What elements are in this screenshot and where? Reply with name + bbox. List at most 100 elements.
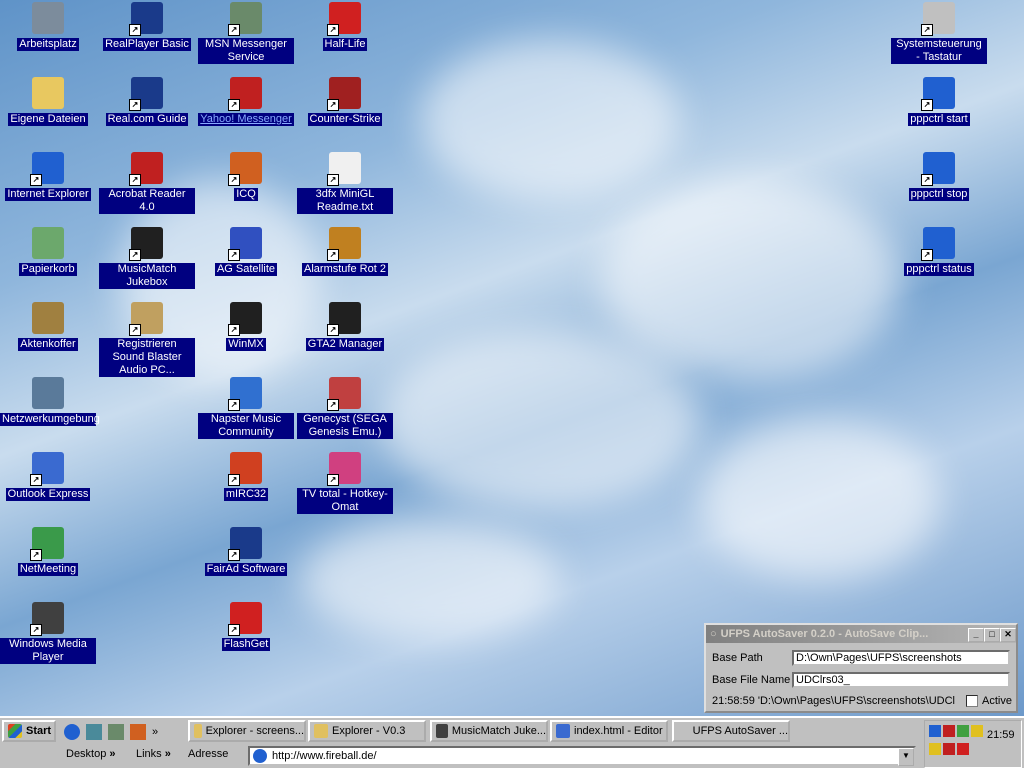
desktop-icon[interactable]: ↗ Real.com Guide [99, 77, 195, 126]
keyboard-icon: ↗ [921, 2, 955, 36]
desktop-icon[interactable]: ↗ MSN Messenger Service [198, 2, 294, 64]
desktop-icon-label: pppctrl status [904, 263, 974, 276]
desktop-icon-label: Real.com Guide [105, 113, 189, 126]
clock[interactable]: 21:59 [987, 729, 1015, 741]
base-file-input[interactable] [792, 672, 1010, 688]
shortcut-arrow-icon: ↗ [228, 174, 240, 186]
desktop: Arbeitsplatz Eigene Dateien ↗ Internet Expl… [0, 0, 1024, 716]
tray-icon-2[interactable] [943, 725, 955, 737]
ie-quicklaunch-icon[interactable] [64, 724, 80, 740]
shortcut-arrow-icon: ↗ [30, 549, 42, 561]
desktop-icon[interactable]: ↗ Napster Music Community [198, 377, 294, 439]
fairad-icon: ↗ [228, 527, 262, 561]
shortcut-arrow-icon: ↗ [327, 24, 339, 36]
desktop-icon-label: Napster Music Community [198, 413, 294, 439]
chevron-icon[interactable]: » [152, 726, 158, 738]
base-path-input[interactable] [792, 650, 1010, 666]
desktop-icon[interactable]: ↗ Yahoo! Messenger [198, 77, 294, 126]
tray-icon-1[interactable] [929, 725, 941, 737]
desktop-icon[interactable]: ↗ Systemsteuerung - Tastatur [891, 2, 987, 64]
tvtotal-icon: ↗ [327, 452, 361, 486]
desktop-icon[interactable]: ↗ mIRC32 [198, 452, 294, 501]
desktop-icon[interactable]: ↗ MusicMatch Jukebox [99, 227, 195, 289]
taskbar-button[interactable]: Explorer - V0.3 [308, 720, 426, 742]
maximize-button[interactable]: □ [984, 628, 1000, 642]
desktop-icon[interactable]: ↗ Windows Media Player [0, 602, 96, 664]
outlook-icon: ↗ [30, 452, 64, 486]
briefcase-icon [32, 302, 64, 334]
start-button[interactable]: Start [2, 720, 56, 742]
desktop-icon[interactable]: ↗ Counter-Strike [297, 77, 393, 126]
shortcut-arrow-icon: ↗ [921, 24, 933, 36]
desktop-icon[interactable]: ↗ AG Satellite [198, 227, 294, 276]
desktop-toolbar[interactable]: Desktop » [66, 748, 116, 760]
task-label: Explorer - V0.3 [332, 725, 406, 737]
desktop-icon[interactable]: ↗ FlashGet [198, 602, 294, 651]
desktop-icon[interactable]: ↗ RealPlayer Basic [99, 2, 195, 51]
realguide-icon: ↗ [129, 77, 163, 111]
taskbar-button[interactable]: index.html - Editor [550, 720, 668, 742]
desktop-icon[interactable]: ↗ NetMeeting [0, 527, 96, 576]
desktop-icon-label: Papierkorb [19, 263, 77, 276]
autosaver-window[interactable]: ○ UFPS AutoSaver 0.2.0 - AutoSave Clip..… [704, 623, 1018, 713]
desktop-icon[interactable]: Netzwerkumgebung [0, 377, 100, 426]
desktop-icon[interactable]: ↗ Half-Life [297, 2, 393, 51]
autosaver-titlebar[interactable]: ○ UFPS AutoSaver 0.2.0 - AutoSave Clip..… [706, 625, 1016, 643]
desktop-icon[interactable]: ↗ Acrobat Reader 4.0 [99, 152, 195, 214]
desktop-icon-label: AG Satellite [214, 263, 278, 276]
taskbar-button[interactable]: MusicMatch Juke... [430, 720, 548, 742]
desktop-icon[interactable]: ↗ pppctrl stop [891, 152, 987, 201]
desktop-icon-label: Netzwerkumgebung [0, 413, 100, 426]
desktop-icon[interactable]: ↗ ICQ [198, 152, 294, 201]
desktop-icon[interactable]: ↗ Registrieren Sound Blaster Audio PC... [99, 302, 195, 377]
desktop-icon[interactable]: Eigene Dateien [0, 77, 96, 126]
shortcut-arrow-icon: ↗ [30, 474, 42, 486]
desktop-icon[interactable]: ↗ Alarmstufe Rot 2 [297, 227, 393, 276]
desktop-icon[interactable]: ↗ Outlook Express [0, 452, 96, 501]
realplayer-icon: ↗ [129, 2, 163, 36]
close-button[interactable]: ✕ [1000, 628, 1016, 642]
task-label: UFPS AutoSaver ... [692, 725, 788, 737]
desktop-icon[interactable]: ↗ TV total - Hotkey-Omat [297, 452, 393, 514]
base-file-label: Base File Name [712, 674, 791, 686]
taskbar-button[interactable]: Explorer - screens... [188, 720, 306, 742]
desktop-icon-label: WinMX [226, 338, 266, 351]
tray-icon-3[interactable] [957, 725, 969, 737]
musicmatch-icon: ↗ [129, 227, 163, 261]
desktop-icon[interactable]: Papierkorb [0, 227, 96, 276]
status-text: 21:58:59 'D:\Own\Pages\UFPS\screenshots\… [712, 695, 955, 707]
desktop-icon-label: Acrobat Reader 4.0 [99, 188, 195, 214]
desktop-icon[interactable]: ↗ pppctrl status [891, 227, 987, 276]
active-checkbox[interactable] [966, 695, 978, 707]
desktop-icon[interactable]: Arbeitsplatz [0, 2, 96, 51]
desktop-icon[interactable]: ↗ WinMX [198, 302, 294, 351]
desktop-icon-label: Half-Life [322, 38, 368, 51]
shortcut-arrow-icon: ↗ [921, 174, 933, 186]
task-app-icon [678, 724, 689, 738]
icq-quicklaunch-icon[interactable] [130, 724, 146, 740]
desktop-icon[interactable]: ↗ FairAd Software [198, 527, 294, 576]
desktop-icon[interactable]: ↗ 3dfx MiniGL Readme.txt [297, 152, 393, 214]
desktop-icon[interactable]: ↗ Genecyst (SEGA Genesis Emu.) [297, 377, 393, 439]
msn-quicklaunch-icon[interactable] [108, 724, 124, 740]
counter-strike-icon: ↗ [327, 77, 361, 111]
shortcut-arrow-icon: ↗ [921, 99, 933, 111]
desktop-icon[interactable]: ↗ Internet Explorer [0, 152, 96, 201]
netmeeting-icon: ↗ [30, 527, 64, 561]
minimize-button[interactable]: _ [968, 628, 984, 642]
ie-page-icon [253, 749, 267, 763]
tray-icon-4[interactable] [971, 725, 983, 737]
shortcut-arrow-icon: ↗ [30, 624, 42, 636]
address-input[interactable]: http://www.fireball.de/ ▼ [248, 746, 916, 766]
taskbar-button[interactable]: UFPS AutoSaver ... [672, 720, 790, 742]
desktop-icon-label: NetMeeting [17, 563, 79, 576]
desktop-quicklaunch-icon[interactable] [86, 724, 102, 740]
shortcut-arrow-icon: ↗ [327, 249, 339, 261]
desktop-icon[interactable]: Aktenkoffer [0, 302, 96, 351]
desktop-icon[interactable]: ↗ pppctrl start [891, 77, 987, 126]
links-toolbar[interactable]: Links » [136, 748, 171, 760]
desktop-icon[interactable]: ↗ GTA2 Manager [297, 302, 393, 351]
desktop-icon-label: ICQ [234, 188, 258, 201]
shortcut-arrow-icon: ↗ [327, 99, 339, 111]
address-dropdown-button[interactable]: ▼ [898, 748, 914, 766]
